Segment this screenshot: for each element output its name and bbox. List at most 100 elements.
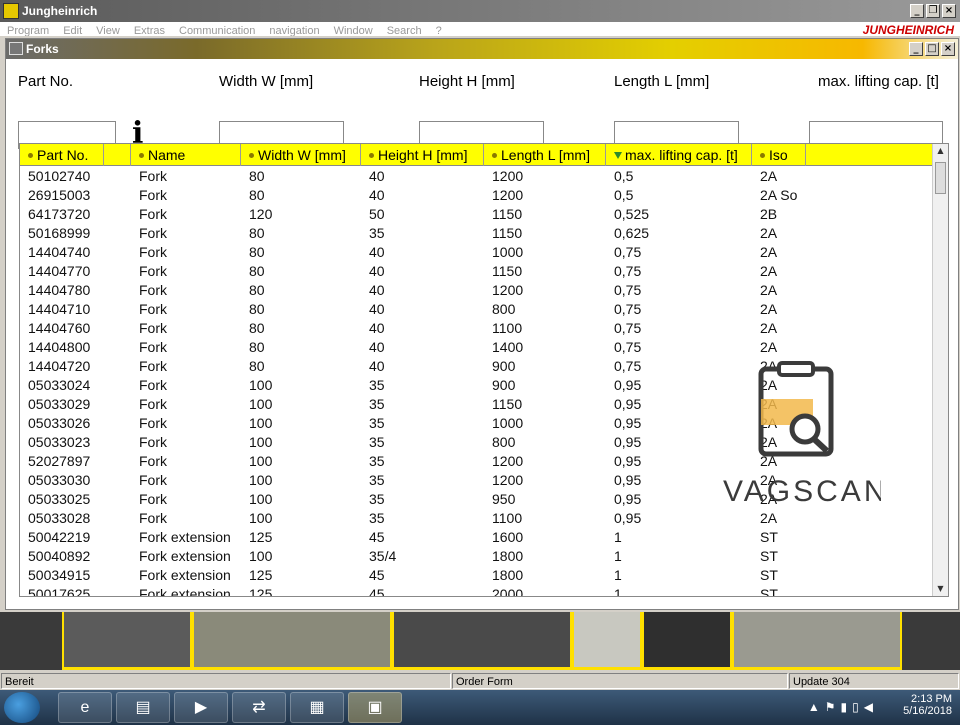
- cell-iso: 2A: [760, 168, 778, 184]
- cell-lifting-cap: 1: [614, 548, 622, 564]
- col-header-iso[interactable]: Iso: [752, 144, 806, 166]
- cell-height: 45: [369, 529, 385, 545]
- cell-lifting-cap: 0,75: [614, 301, 642, 317]
- cell-length: 1400: [492, 339, 524, 355]
- table-row[interactable]: 50034915 Fork extension 125 45 1800 1 ST: [20, 566, 933, 585]
- col-header-part-no[interactable]: Part No.: [20, 144, 104, 166]
- menu-program[interactable]: Program: [0, 25, 56, 36]
- cell-part-no: 50040892: [28, 548, 91, 564]
- table-row[interactable]: 14404800 Fork 80 40 1400 0,75 2A: [20, 338, 933, 357]
- explorer-icon[interactable]: ▤: [116, 692, 170, 723]
- restore-button[interactable]: ❐: [926, 4, 940, 18]
- menu-extras[interactable]: Extras: [127, 25, 172, 36]
- table-row[interactable]: 14404720 Fork 80 40 900 0,75 2A: [20, 357, 933, 376]
- col-header-lifting-cap[interactable]: max. lifting cap. [t]: [606, 144, 752, 166]
- cell-width: 80: [249, 187, 265, 203]
- col-header-name[interactable]: Name: [131, 144, 241, 166]
- menu-help[interactable]: ?: [429, 25, 449, 36]
- sort-dot-icon: [760, 152, 765, 158]
- media-player-icon[interactable]: ▶: [174, 692, 228, 723]
- table-row[interactable]: 52027897 Fork 100 35 1200 0,95 2A: [20, 452, 933, 471]
- table-row[interactable]: 05033030 Fork 100 35 1200 0,95 2A: [20, 471, 933, 490]
- forks-title-bar: Forks _ □ ×: [6, 39, 958, 59]
- table-row[interactable]: 14404760 Fork 80 40 1100 0,75 2A: [20, 319, 933, 338]
- close-button[interactable]: ×: [942, 4, 956, 18]
- table-row[interactable]: 05033029 Fork 100 35 1150 0,95 2A: [20, 395, 933, 414]
- cell-part-no: 05033029: [28, 396, 91, 412]
- table-header: Part No. Name Width W [mm] Height H [mm]…: [20, 144, 933, 166]
- cell-lifting-cap: 0,5: [614, 168, 634, 184]
- cell-width: 80: [249, 339, 265, 355]
- table-row[interactable]: 05033028 Fork 100 35 1100 0,95 2A: [20, 509, 933, 528]
- table-row[interactable]: 05033023 Fork 100 35 800 0,95 2A: [20, 433, 933, 452]
- cell-height: 40: [369, 358, 385, 374]
- table-row[interactable]: 14404710 Fork 80 40 800 0,75 2A: [20, 300, 933, 319]
- clock[interactable]: 2:13 PM 5/16/2018: [903, 693, 952, 717]
- start-button[interactable]: [4, 692, 40, 723]
- table-row[interactable]: 14404740 Fork 80 40 1000 0,75 2A: [20, 243, 933, 262]
- menu-navigation[interactable]: navigation: [262, 25, 326, 36]
- cell-width: 80: [249, 263, 265, 279]
- col-header-height[interactable]: Height H [mm]: [361, 144, 484, 166]
- network-app-icon[interactable]: ▦: [290, 692, 344, 723]
- cell-part-no: 05033026: [28, 415, 91, 431]
- cell-length: 800: [492, 301, 516, 317]
- col-header-width[interactable]: Width W [mm]: [241, 144, 361, 166]
- window-icon: [9, 42, 23, 55]
- cell-lifting-cap: 1: [614, 529, 622, 545]
- cell-iso: 2A: [760, 244, 778, 260]
- table-row[interactable]: 05033024 Fork 100 35 900 0,95 2A: [20, 376, 933, 395]
- system-tray-icons[interactable]: ▲⚑▮▯◀: [808, 700, 878, 714]
- scroll-thumb[interactable]: [935, 162, 946, 194]
- table-row[interactable]: 50102740 Fork 80 40 1200 0,5 2A: [20, 167, 933, 186]
- forklift-icon: [3, 3, 19, 19]
- child-minimize-button[interactable]: _: [909, 42, 923, 56]
- cell-part-no: 50042219: [28, 529, 91, 545]
- menu-search[interactable]: Search: [380, 25, 429, 36]
- cell-width: 80: [249, 168, 265, 184]
- child-close-button[interactable]: ×: [941, 42, 955, 56]
- menu-communication[interactable]: Communication: [172, 25, 262, 36]
- filter-label-part-no: Part No.: [18, 73, 74, 90]
- menu-bar: Program Edit View Extras Communication naviga…: [0, 22, 960, 36]
- status-update: Update 304: [789, 673, 959, 689]
- table-row[interactable]: 14404770 Fork 80 40 1150 0,75 2A: [20, 262, 933, 281]
- table-row[interactable]: 50017625 Fork extension 125 45 2000 1 ST: [20, 585, 933, 596]
- ie-icon[interactable]: e: [58, 692, 112, 723]
- cell-height: 35: [369, 472, 385, 488]
- col-header-blank[interactable]: [104, 144, 131, 166]
- menu-edit[interactable]: Edit: [56, 25, 89, 36]
- table-row[interactable]: 05033026 Fork 100 35 1000 0,95 2A: [20, 414, 933, 433]
- table-row[interactable]: 50040892 Fork extension 100 35/4 1800 1 ST: [20, 547, 933, 566]
- menu-window[interactable]: Window: [327, 25, 380, 36]
- child-maximize-button[interactable]: □: [925, 42, 939, 56]
- scroll-up-arrow-icon[interactable]: ▲: [933, 144, 948, 158]
- cell-iso: 2A: [760, 282, 778, 298]
- table-row[interactable]: 05033025 Fork 100 35 950 0,95 2A: [20, 490, 933, 509]
- table-row[interactable]: 14404780 Fork 80 40 1200 0,75 2A: [20, 281, 933, 300]
- col-header-length[interactable]: Length L [mm]: [484, 144, 606, 166]
- cell-lifting-cap: 0,75: [614, 263, 642, 279]
- banner-photo-3: [392, 612, 572, 670]
- cell-length: 800: [492, 434, 516, 450]
- minimize-button[interactable]: _: [910, 4, 924, 18]
- table-row[interactable]: 50168999 Fork 80 35 1150 0,625 2A: [20, 224, 933, 243]
- table-row[interactable]: 50042219 Fork extension 125 45 1600 1 ST: [20, 528, 933, 547]
- cell-height: 40: [369, 320, 385, 336]
- table-row[interactable]: 64173720 Fork 120 50 1150 0,525 2B: [20, 205, 933, 224]
- vertical-scrollbar[interactable]: ▲ ▼: [932, 144, 948, 596]
- cell-name: Fork: [139, 263, 167, 279]
- menu-view[interactable]: View: [89, 25, 127, 36]
- table-row[interactable]: 26915003 Fork 80 40 1200 0,5 2A So: [20, 186, 933, 205]
- cell-height: 40: [369, 282, 385, 298]
- jungheinrich-task-icon[interactable]: ▣: [348, 692, 402, 723]
- cell-height: 50: [369, 206, 385, 222]
- scroll-down-arrow-icon[interactable]: ▼: [933, 582, 948, 596]
- cell-length: 1200: [492, 453, 524, 469]
- teamviewer-icon[interactable]: ⇄: [232, 692, 286, 723]
- cell-iso: 2A: [760, 301, 778, 317]
- cell-height: 40: [369, 339, 385, 355]
- cell-iso: 2A: [760, 453, 778, 469]
- cell-width: 100: [249, 415, 273, 431]
- cell-lifting-cap: 0,75: [614, 339, 642, 355]
